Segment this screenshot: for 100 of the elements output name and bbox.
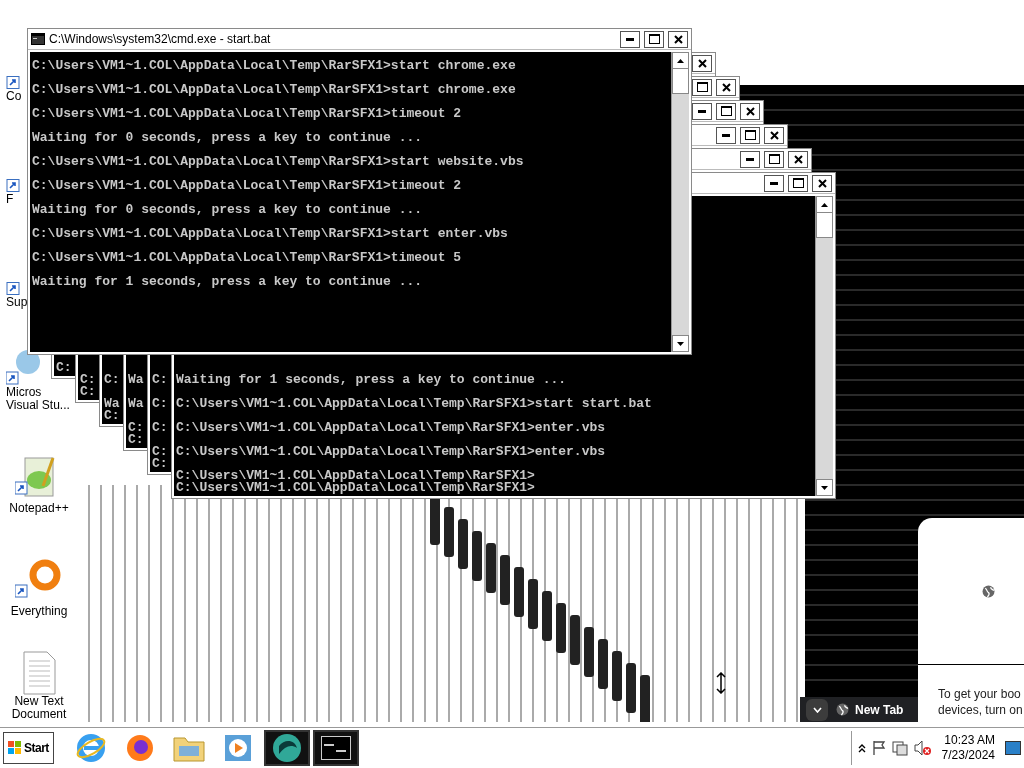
play-icon xyxy=(223,734,252,762)
console-line: Wa xyxy=(128,374,144,386)
desktop-icon-label[interactable]: Everything xyxy=(10,605,68,618)
scroll-down-button[interactable] xyxy=(816,479,833,496)
maximize-button[interactable] xyxy=(716,102,736,120)
maximize-button[interactable] xyxy=(692,78,712,96)
close-icon xyxy=(721,82,731,92)
desktop-icon-label[interactable]: F xyxy=(6,193,14,206)
console-line: Waiting for 0 seconds, press a key to continue ... xyxy=(32,204,423,216)
scroll-thumb[interactable] xyxy=(816,212,833,238)
console-line: C: xyxy=(80,386,96,398)
maximize-icon xyxy=(696,82,708,92)
network-icon[interactable] xyxy=(891,740,908,756)
minimize-icon xyxy=(770,181,778,185)
minimize-button[interactable] xyxy=(764,174,784,192)
console-line: C:\Users\VM1~1.COL\AppData\Local\Temp\RarSFX1> xyxy=(176,482,535,494)
clock-date: 7/23/2024 xyxy=(941,748,995,763)
console-line: C:\Users\VM1~1.COL\AppData\Local\Temp\RarSFX1>start chrome.exe xyxy=(32,84,516,96)
desktop-icon-label[interactable]: Document xyxy=(11,708,67,721)
down-arrow-icon xyxy=(821,485,828,490)
maximize-button[interactable] xyxy=(764,150,784,168)
folder-icon xyxy=(172,734,205,762)
close-icon xyxy=(697,58,707,68)
console-line: C: xyxy=(104,410,120,422)
console-line: C:\Users\VM1~1.COL\AppData\Local\Temp\RarSFX1>timeout 2 xyxy=(32,108,462,120)
desktop-icon-label[interactable]: Sup xyxy=(6,296,28,309)
console-line: Wa xyxy=(128,398,144,410)
close-icon xyxy=(817,178,827,188)
maximize-button[interactable] xyxy=(788,174,808,192)
chevron-up-icon[interactable] xyxy=(857,743,866,753)
terminal-icon xyxy=(320,736,351,760)
scroll-down-button[interactable] xyxy=(672,335,689,352)
window-title: C:\Windows\system32\cmd.exe - start.bat xyxy=(49,32,272,46)
console-line: C: xyxy=(104,374,120,386)
console-line: C:\Users\VM1~1.COL\AppData\Local\Temp\RarSFX1>timeout 5 xyxy=(32,252,462,264)
browser-tab[interactable]: New Tab xyxy=(855,702,904,717)
desktop-icon-label[interactable]: Co xyxy=(6,90,22,103)
console-line: C: xyxy=(56,362,72,374)
minimize-button[interactable] xyxy=(716,126,736,144)
close-button[interactable] xyxy=(788,150,808,168)
console-line: C: xyxy=(128,434,144,446)
close-icon xyxy=(673,34,683,44)
scroll-thumb[interactable] xyxy=(672,68,689,94)
browser-e-icon xyxy=(75,733,106,763)
close-icon xyxy=(769,130,779,140)
resize-cursor-icon xyxy=(716,672,726,694)
scrollbar[interactable] xyxy=(671,52,689,352)
console-line: C:\Users\VM1~1.COL\AppData\Local\Temp\RarSFX1>timeout 2 xyxy=(32,180,462,192)
desktop-icon-label[interactable]: Notepad++ xyxy=(9,502,69,515)
maximize-icon xyxy=(720,106,732,116)
maximize-button[interactable] xyxy=(644,30,664,48)
up-arrow-icon xyxy=(677,58,684,63)
popup-message: To get your boo devices, turn on xyxy=(937,686,1024,718)
console-line: C:\Users\VM1~1.COL\AppData\Local\Temp\RarSFX1>start start.bat xyxy=(176,398,652,410)
tab-search-button[interactable] xyxy=(806,698,828,721)
up-arrow-icon xyxy=(821,202,828,207)
taskbar-app-button[interactable] xyxy=(312,730,359,766)
console-line: C: xyxy=(152,398,168,410)
console-line: C: xyxy=(152,422,168,434)
close-icon xyxy=(745,106,755,116)
windows-flag-icon xyxy=(8,741,22,755)
console-line: C:\Users\VM1~1.COL\AppData\Local\Temp\RarSFX1>start website.vbs xyxy=(32,156,524,168)
close-button[interactable] xyxy=(716,78,736,96)
maximize-button[interactable] xyxy=(740,126,760,144)
desktop-icon-label[interactable]: Visual Stu... xyxy=(6,399,70,412)
close-button[interactable] xyxy=(668,30,688,48)
close-button[interactable] xyxy=(692,54,712,72)
taskbar-app-button[interactable] xyxy=(263,730,310,766)
globe-icon xyxy=(836,703,849,716)
start-button[interactable]: Start xyxy=(3,732,54,764)
clock[interactable]: 10:23 AM 7/23/2024 xyxy=(937,733,999,763)
text-file-icon xyxy=(21,651,57,695)
console-line: C: xyxy=(80,374,96,386)
clock-time: 10:23 AM xyxy=(944,733,995,748)
desktop-icon-label[interactable]: Micros xyxy=(6,386,42,399)
console-app-icon xyxy=(31,33,45,45)
show-desktop-icon[interactable] xyxy=(1005,741,1021,755)
close-button[interactable] xyxy=(740,102,760,120)
minimize-button[interactable] xyxy=(620,30,640,48)
maximize-icon xyxy=(648,34,660,44)
console-line: C:\Users\VM1~1.COL\AppData\Local\Temp\RarSFX1>start chrome.exe xyxy=(32,60,516,72)
console-line: Waiting for 1 seconds, press a key to continue ... xyxy=(176,374,567,386)
close-button[interactable] xyxy=(764,126,784,144)
console-line: C:\Users\VM1~1.COL\AppData\Local\Temp\RarSFX1>enter.vbs xyxy=(176,422,606,434)
console-line: Waiting for 0 seconds, press a key to continue ... xyxy=(32,132,423,144)
close-icon xyxy=(793,154,803,164)
console-line: C:\Users\VM1~1.COL\AppData\Local\Temp\RarSFX1>enter.vbs xyxy=(176,446,606,458)
console-line: C:\Users\VM1~1.COL\AppData\Local\Temp\RarSFX1>start enter.vbs xyxy=(32,228,508,240)
globe-icon xyxy=(981,584,995,598)
minimize-button[interactable] xyxy=(740,150,760,168)
maximize-icon xyxy=(744,130,756,140)
close-button[interactable] xyxy=(812,174,832,192)
minimize-icon xyxy=(698,109,706,113)
desktop-icon-label[interactable]: New Text xyxy=(14,695,64,708)
speaker-muted-icon[interactable] xyxy=(913,740,932,756)
minimize-button[interactable] xyxy=(692,102,712,120)
flag-icon[interactable] xyxy=(871,740,886,756)
console-line: C: xyxy=(128,422,144,434)
minimize-icon xyxy=(746,157,754,161)
scrollbar[interactable] xyxy=(815,196,833,496)
